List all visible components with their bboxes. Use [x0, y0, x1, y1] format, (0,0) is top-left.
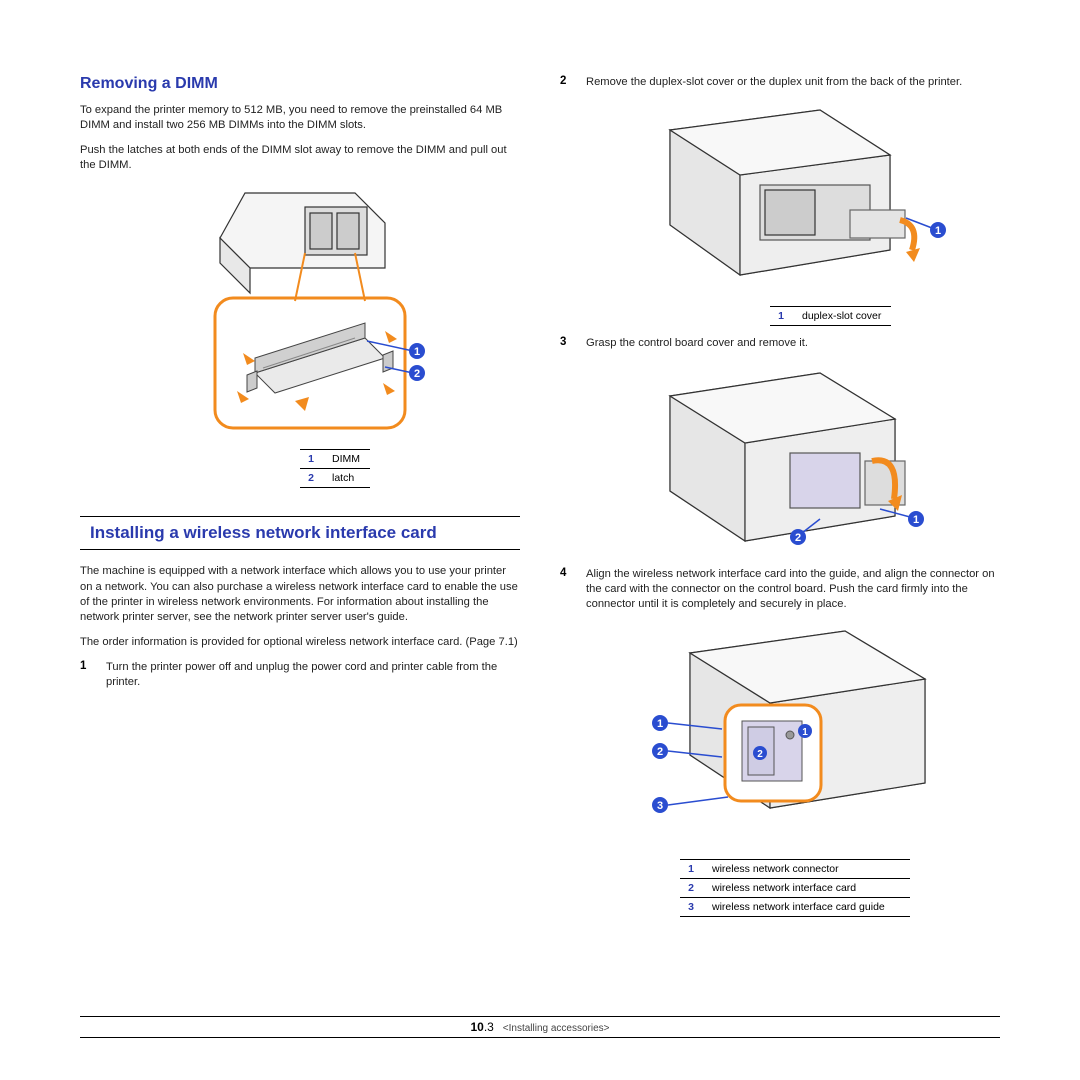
svg-text:1: 1	[802, 727, 808, 738]
heading-removing-dimm: Removing a DIMM	[80, 75, 520, 93]
paragraph: The machine is equipped with a network i…	[80, 564, 520, 624]
svg-text:3: 3	[657, 800, 663, 812]
step-3: 3 Grasp the control board cover and remo…	[560, 336, 1000, 351]
step-1: 1 Turn the printer power off and unplug …	[80, 660, 520, 690]
svg-text:2: 2	[657, 746, 663, 758]
heading-wireless-card: Installing a wireless network interface …	[80, 516, 520, 550]
wireless-card-illustration: 1 2 3 1 2	[610, 623, 950, 853]
figure-control-board: 1 2	[560, 361, 1000, 561]
paragraph: To expand the printer memory to 512 MB, …	[80, 103, 520, 133]
figure-duplex-cover: 1	[560, 100, 1000, 300]
svg-text:2: 2	[414, 368, 420, 380]
step-2: 2 Remove the duplex-slot cover or the du…	[560, 75, 1000, 90]
legend-duplex: 1duplex-slot cover	[770, 306, 891, 326]
page-footer: 10.3 <Installing accessories>	[80, 1016, 1000, 1038]
svg-text:2: 2	[757, 749, 763, 760]
dimm-illustration: 1 2	[155, 183, 445, 443]
svg-text:1: 1	[913, 514, 919, 526]
legend-wireless: 1wireless network connector 2wireless ne…	[680, 859, 910, 917]
paragraph: The order information is provided for op…	[80, 635, 520, 650]
figure-wireless-card: 1 2 3 1 2	[560, 623, 1000, 853]
svg-text:1: 1	[414, 346, 420, 358]
duplex-illustration: 1	[610, 100, 950, 300]
svg-text:1: 1	[935, 225, 941, 237]
svg-text:2: 2	[795, 532, 801, 544]
right-column: 2 Remove the duplex-slot cover or the du…	[560, 75, 1000, 927]
paragraph: Push the latches at both ends of the DIM…	[80, 143, 520, 173]
legend-dimm: 1DIMM 2latch	[300, 449, 370, 488]
control-board-illustration: 1 2	[620, 361, 940, 561]
figure-dimm: 1 2	[80, 183, 520, 443]
left-column: Removing a DIMM To expand the printer me…	[80, 75, 520, 927]
svg-text:1: 1	[657, 718, 663, 730]
step-4: 4 Align the wireless network interface c…	[560, 567, 1000, 612]
